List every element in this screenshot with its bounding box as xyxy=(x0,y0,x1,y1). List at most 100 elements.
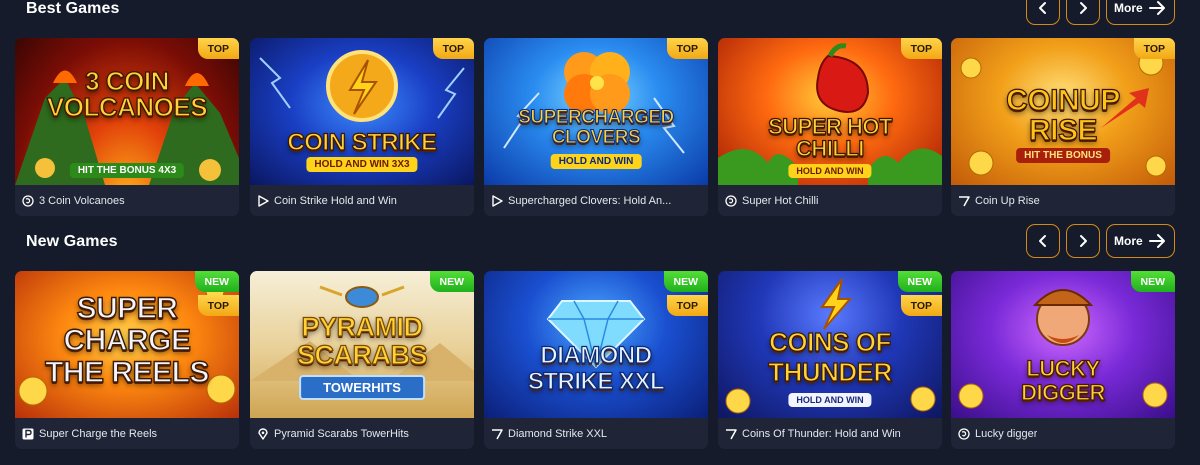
game-art-subtitle: HOLD AND WIN xyxy=(788,164,872,178)
new-badge: NEW xyxy=(663,271,708,292)
game-name: Diamond Strike XXL xyxy=(508,428,608,440)
more-button[interactable]: More xyxy=(1106,0,1175,25)
game-card[interactable]: SUPERCHARGED CLOVERS HOLD AND WIN TOP Su… xyxy=(484,38,708,216)
game-thumbnail[interactable]: 3 COIN VOLCANOES HIT the BONUS 4x3 xyxy=(15,38,239,185)
game-thumbnail[interactable]: SUPER HOT CHILLI HOLD AND WIN xyxy=(718,38,942,185)
top-badge: TOP xyxy=(432,38,474,59)
game-thumbnail[interactable]: LUCKY DIGGER xyxy=(951,271,1175,418)
pin-provider-icon xyxy=(258,428,268,440)
best-games-section: Best Games More 3 COIN VOLCANOES HIT THE… xyxy=(0,0,1200,221)
top-badge: TOP xyxy=(197,38,239,59)
play-provider-icon xyxy=(492,195,503,207)
game-art-title: COIN STRIKE xyxy=(287,129,438,156)
game-name: Super Hot Chilli xyxy=(742,195,819,207)
new-badge: NEW xyxy=(897,271,942,292)
new-badge: NEW xyxy=(429,271,474,292)
game-thumbnail[interactable]: DIAMOND STRIKE XXL xyxy=(484,271,708,418)
game-art-title: SUPER HOT CHILLI xyxy=(767,114,893,161)
game-art-title: COINUP RISE xyxy=(1006,84,1121,147)
game-card[interactable]: COIN STRIKE HOLD AND WIN 3x3 TOP Coin St… xyxy=(250,38,474,216)
game-art-subtitle: HIT THE BONUS xyxy=(1016,148,1110,163)
game-art-subtitle: HOLD AND WIN 3x3 xyxy=(306,157,418,172)
chevron-left-icon xyxy=(1039,2,1046,14)
game-caption: Coin Up Rise xyxy=(958,190,1172,212)
game-caption: Diamond Strike XXL xyxy=(491,423,705,445)
spiral-provider-icon xyxy=(22,195,34,207)
arrow-right-icon xyxy=(1149,1,1165,15)
top-badge: TOP xyxy=(666,295,708,316)
chevron-right-icon xyxy=(1080,235,1087,247)
game-name: 3 Coin Volcanoes xyxy=(39,195,125,207)
play-provider-icon xyxy=(258,195,269,207)
section-title: Best Games xyxy=(26,0,120,17)
arrow-right-icon xyxy=(1149,234,1165,248)
next-button[interactable] xyxy=(1066,224,1100,258)
game-caption: Super Charge the Reels xyxy=(22,423,236,445)
game-art-title: DIAMOND STRIKE XXL xyxy=(527,342,665,395)
p-provider-icon xyxy=(22,428,34,440)
game-card[interactable]: 3 COIN VOLCANOES HIT the BONUS 4x3 TOP 3… xyxy=(15,38,239,216)
game-name: Super Charge the Reels xyxy=(39,428,158,440)
new-badge: NEW xyxy=(194,271,239,292)
game-art-title: SUPERCHARGED CLOVERS xyxy=(518,107,675,148)
game-art-title: 3 COIN VOLCANOES xyxy=(46,66,208,122)
game-art-subtitle: HOLD AND WIN xyxy=(550,154,642,169)
more-label: More xyxy=(1114,234,1143,248)
game-thumbnail[interactable]: PYRAMID SCARABS TOWERHITS xyxy=(250,271,474,418)
section-title: New Games xyxy=(26,233,118,250)
chevron-left-icon xyxy=(1039,235,1046,247)
game-name: Coin Up Rise xyxy=(975,195,1040,207)
game-art-title: PYRAMID SCARABS xyxy=(296,312,428,370)
game-card[interactable]: PYRAMID SCARABS TOWERHITS NEW Pyramid Sc… xyxy=(250,271,474,449)
game-caption: Pyramid Scarabs TowerHits xyxy=(257,423,471,445)
game-art-title: LUCKY DIGGER xyxy=(1020,356,1105,405)
new-games-section: New Games More SUPER CHARGE THE REELS NE… xyxy=(0,224,1200,454)
game-card[interactable]: COINUP RISE HIT THE BONUS TOP Coin Up Ri… xyxy=(951,38,1175,216)
chilli-art xyxy=(718,43,942,185)
game-art-subtitle: HOLD AND WIN xyxy=(788,393,872,407)
game-thumbnail[interactable]: COINS OF THUNDER HOLD AND WIN xyxy=(718,271,942,418)
game-name: Supercharged Clovers: Hold An... xyxy=(508,195,672,207)
game-caption: Super Hot Chilli xyxy=(725,190,939,212)
spiral-provider-icon xyxy=(725,195,737,207)
top-badge: TOP xyxy=(1133,38,1175,59)
section-header: Best Games More xyxy=(0,0,1200,27)
game-caption: 3 Coin Volcanoes xyxy=(22,190,236,212)
game-card[interactable]: SUPER CHARGE THE REELS NEW TOP Super Cha… xyxy=(15,271,239,449)
game-card[interactable]: LUCKY DIGGER NEW Lucky digger xyxy=(951,271,1175,449)
top-badge: TOP xyxy=(666,38,708,59)
game-card[interactable]: DIAMOND STRIKE XXL NEW TOP Diamond Strik… xyxy=(484,271,708,449)
game-caption: Coins Of Thunder: Hold and Win xyxy=(725,423,939,445)
game-art-subtitle: HIT the BONUS 4x3 xyxy=(69,163,185,178)
seven-provider-icon xyxy=(726,429,737,440)
top-badge: TOP xyxy=(197,295,239,316)
game-art-title: COINS OF THUNDER xyxy=(768,326,893,387)
chevron-right-icon xyxy=(1080,2,1087,14)
game-thumbnail[interactable]: COIN STRIKE HOLD AND WIN 3x3 xyxy=(250,38,474,185)
game-caption: Coin Strike Hold and Win xyxy=(257,190,471,212)
seven-provider-icon xyxy=(492,429,503,440)
game-name: Lucky digger xyxy=(975,428,1038,440)
game-art-subtitle: TOWERHITS xyxy=(299,375,425,400)
top-badge: TOP xyxy=(900,38,942,59)
game-card[interactable]: SUPER HOT CHILLI HOLD AND WIN TOP Super … xyxy=(718,38,942,216)
section-header: New Games More xyxy=(0,224,1200,260)
prev-button[interactable] xyxy=(1026,0,1060,25)
game-name: Pyramid Scarabs TowerHits xyxy=(274,428,409,440)
new-badge: NEW xyxy=(1130,271,1175,292)
game-card[interactable]: COINS OF THUNDER HOLD AND WIN NEW TOP Co… xyxy=(718,271,942,449)
game-thumbnail[interactable]: SUPERCHARGED CLOVERS HOLD AND WIN xyxy=(484,38,708,185)
prev-button[interactable] xyxy=(1026,224,1060,258)
spiral-provider-icon xyxy=(958,428,970,440)
seven-provider-icon xyxy=(959,196,970,207)
game-caption: Lucky digger xyxy=(958,423,1172,445)
more-label: More xyxy=(1114,1,1143,15)
next-button[interactable] xyxy=(1066,0,1100,25)
game-caption: Supercharged Clovers: Hold An... xyxy=(491,190,705,212)
game-name: Coins Of Thunder: Hold and Win xyxy=(742,428,901,440)
game-thumbnail[interactable]: COINUP RISE HIT THE BONUS xyxy=(951,38,1175,185)
more-button[interactable]: More xyxy=(1106,224,1175,258)
game-name: Coin Strike Hold and Win xyxy=(274,195,397,207)
game-thumbnail[interactable]: SUPER CHARGE THE REELS xyxy=(15,271,239,418)
top-badge: TOP xyxy=(900,295,942,316)
